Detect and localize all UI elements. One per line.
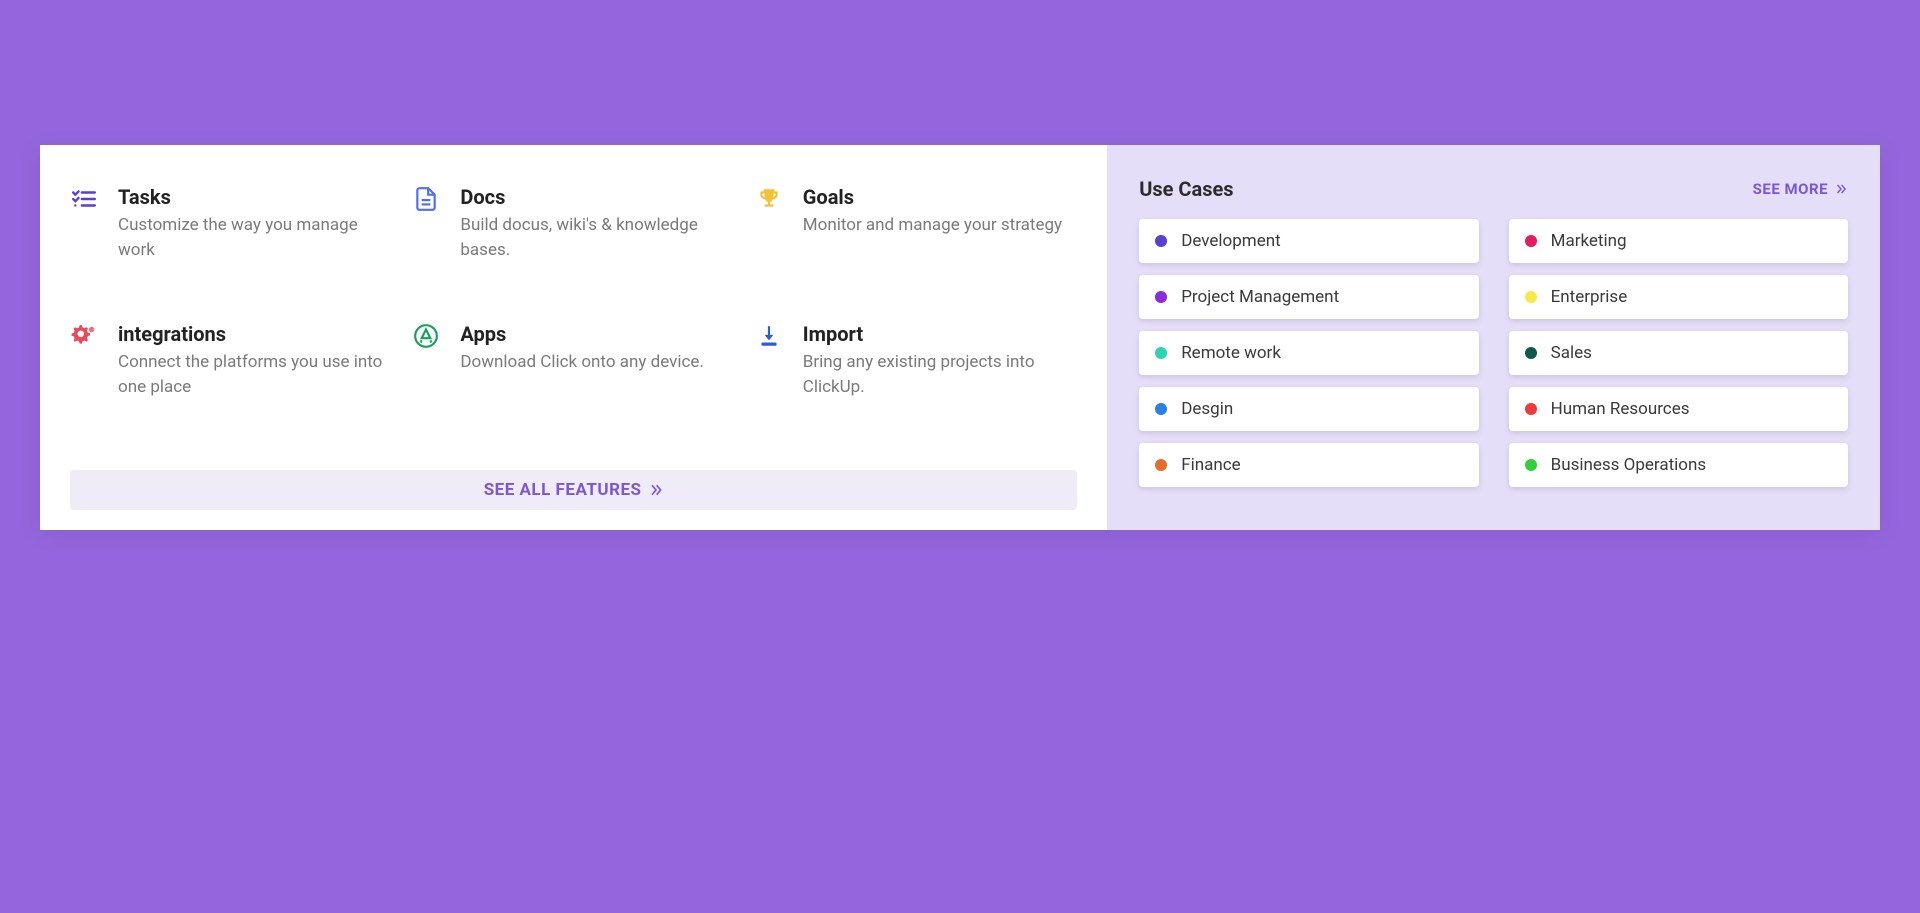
file-icon	[412, 185, 440, 213]
feature-text: Docs Build docus, wiki's & knowledge base…	[460, 185, 734, 262]
color-dot-icon	[1525, 459, 1537, 471]
see-more-button[interactable]: SEE MORE	[1753, 180, 1848, 198]
feature-desc: Monitor and manage your strategy	[803, 213, 1077, 238]
use-case-label: Remote work	[1181, 343, 1281, 363]
use-case-label: Development	[1181, 231, 1280, 251]
color-dot-icon	[1525, 291, 1537, 303]
use-case-card[interactable]: Enterprise	[1509, 275, 1848, 319]
feature-item[interactable]: Docs Build docus, wiki's & knowledge base…	[412, 185, 734, 262]
use-case-label: Business Operations	[1551, 455, 1707, 475]
use-case-card[interactable]: Remote work	[1139, 331, 1478, 375]
feature-text: Apps Download Click onto any device.	[460, 322, 734, 375]
color-dot-icon	[1155, 235, 1167, 247]
use-case-label: Desgin	[1181, 399, 1233, 419]
feature-text: Goals Monitor and manage your strategy	[803, 185, 1077, 238]
color-dot-icon	[1155, 347, 1167, 359]
use-case-card[interactable]: Finance	[1139, 443, 1478, 487]
double-chevron-right-icon	[648, 482, 664, 498]
feature-desc: Connect the platforms you use into one p…	[118, 350, 392, 399]
use-cases-header: Use Cases SEE MORE	[1139, 177, 1848, 201]
feature-title: Goals	[803, 185, 1077, 209]
feature-text: Tasks Customize the way you manage work	[118, 185, 392, 262]
feature-item[interactable]: Tasks Customize the way you manage work	[70, 185, 392, 262]
appstore-icon	[412, 322, 440, 350]
feature-desc: Customize the way you manage work	[118, 213, 392, 262]
feature-title: Import	[803, 322, 1077, 346]
use-case-label: Finance	[1181, 455, 1240, 475]
feature-desc: Build docus, wiki's & knowledge bases.	[460, 213, 734, 262]
see-more-label: SEE MORE	[1753, 180, 1828, 198]
checklist-icon	[70, 185, 98, 213]
trophy-icon	[755, 185, 783, 213]
mega-menu-panel: Tasks Customize the way you manage work Do…	[40, 145, 1880, 530]
use-case-card[interactable]: Business Operations	[1509, 443, 1848, 487]
use-case-card[interactable]: Project Management	[1139, 275, 1478, 319]
use-case-card[interactable]: Development	[1139, 219, 1478, 263]
see-all-features-label: SEE ALL FEATURES	[484, 480, 642, 500]
color-dot-icon	[1525, 235, 1537, 247]
feature-text: integrations Connect the platforms you us…	[118, 322, 392, 399]
feature-desc: Download Click onto any device.	[460, 350, 734, 375]
use-case-card[interactable]: Human Resources	[1509, 387, 1848, 431]
feature-item[interactable]: integrations Connect the platforms you us…	[70, 322, 392, 399]
use-case-label: Sales	[1551, 343, 1592, 363]
features-section: Tasks Customize the way you manage work Do…	[40, 145, 1107, 530]
color-dot-icon	[1525, 347, 1537, 359]
use-case-card[interactable]: Sales	[1509, 331, 1848, 375]
gears-icon	[70, 322, 98, 350]
feature-item[interactable]: Goals Monitor and manage your strategy	[755, 185, 1077, 262]
see-all-features-button[interactable]: SEE ALL FEATURES	[70, 470, 1077, 510]
double-chevron-right-icon	[1834, 182, 1848, 196]
use-case-label: Project Management	[1181, 287, 1339, 307]
feature-title: integrations	[118, 322, 392, 346]
use-case-card[interactable]: Desgin	[1139, 387, 1478, 431]
feature-title: Tasks	[118, 185, 392, 209]
color-dot-icon	[1155, 459, 1167, 471]
use-cases-section: Use Cases SEE MORE Development Marketing P…	[1107, 145, 1880, 530]
download-icon	[755, 322, 783, 350]
feature-desc: Bring any existing projects into ClickUp…	[803, 350, 1077, 399]
use-case-label: Marketing	[1551, 231, 1627, 251]
use-case-label: Human Resources	[1551, 399, 1690, 419]
feature-item[interactable]: Apps Download Click onto any device.	[412, 322, 734, 399]
feature-item[interactable]: Import Bring any existing projects into C…	[755, 322, 1077, 399]
color-dot-icon	[1155, 403, 1167, 415]
feature-title: Apps	[460, 322, 734, 346]
feature-title: Docs	[460, 185, 734, 209]
use-cases-title: Use Cases	[1139, 177, 1233, 201]
color-dot-icon	[1525, 403, 1537, 415]
use-cases-grid: Development Marketing Project Management En…	[1139, 219, 1848, 487]
features-grid: Tasks Customize the way you manage work Do…	[70, 185, 1077, 400]
use-case-card[interactable]: Marketing	[1509, 219, 1848, 263]
use-case-label: Enterprise	[1551, 287, 1628, 307]
color-dot-icon	[1155, 291, 1167, 303]
feature-text: Import Bring any existing projects into C…	[803, 322, 1077, 399]
